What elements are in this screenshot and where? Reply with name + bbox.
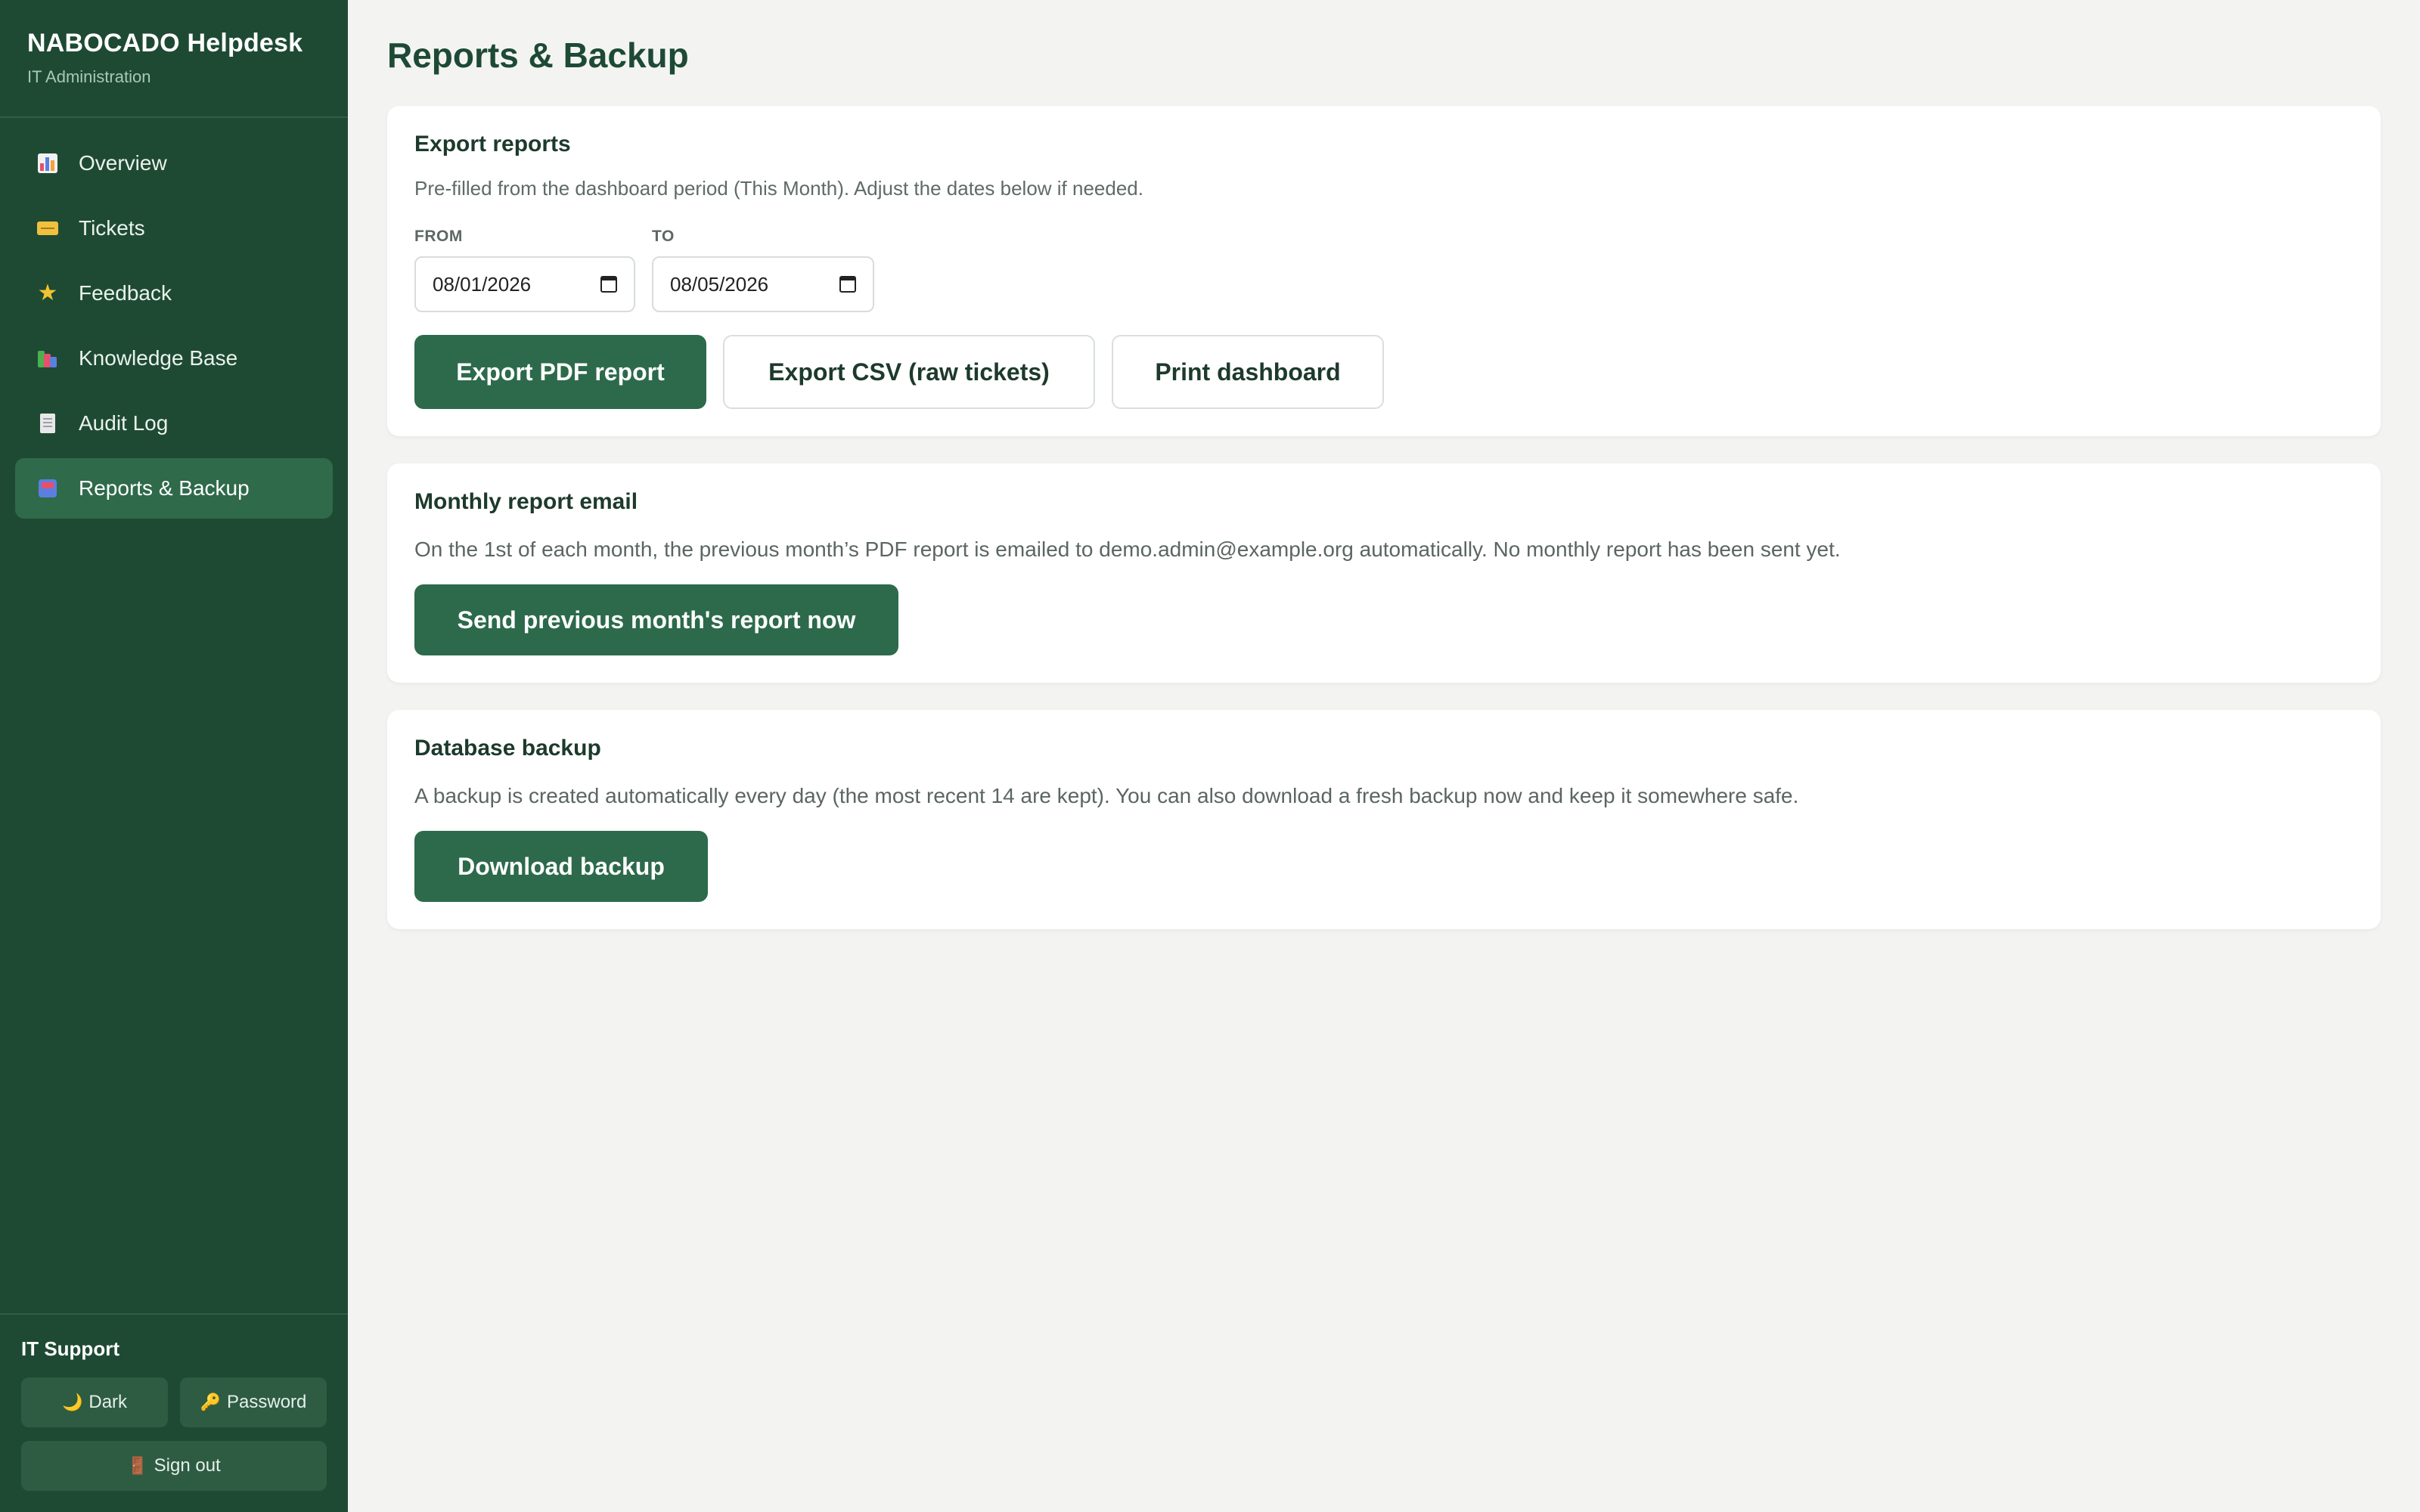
sidebar-item-tickets[interactable]: Tickets (15, 198, 333, 259)
card-title: Export reports (414, 132, 571, 156)
card-description: Pre-filled from the dashboard period (Th… (414, 177, 1143, 200)
from-label: FROM (414, 228, 463, 245)
brand-subtitle: IT Administration (27, 67, 151, 86)
sidebar-nav: Overview Tickets ★ Feedback Knowledge Ba… (0, 118, 348, 519)
dark-mode-label: Dark (88, 1392, 128, 1412)
to-date-group: TO 08/05/2026 (652, 228, 874, 312)
from-date-input[interactable]: 08/01/2026 (414, 256, 635, 312)
to-date-value: 08/05/2026 (670, 272, 769, 296)
star-icon: ★ (37, 280, 58, 305)
calendar-icon[interactable] (839, 276, 856, 293)
dark-mode-button[interactable]: 🌙 Dark (21, 1377, 168, 1427)
page-icon (36, 412, 59, 435)
sidebar-item-knowledge-base[interactable]: Knowledge Base (15, 328, 333, 389)
brand-title: NABOCADO Helpdesk (27, 29, 303, 57)
sidebar-item-label: Reports & Backup (79, 476, 250, 500)
sidebar-item-feedback[interactable]: ★ Feedback (15, 263, 333, 324)
sidebar-item-overview[interactable]: Overview (15, 133, 333, 194)
export-reports-card: Export reports Pre-filled from the dashb… (387, 106, 2381, 436)
sidebar: NABOCADO Helpdesk IT Administration Over… (0, 0, 348, 1512)
from-date-group: FROM 08/01/2026 (414, 228, 635, 312)
sign-out-label: Sign out (154, 1455, 221, 1476)
from-date-value: 08/01/2026 (433, 272, 532, 296)
moon-icon: 🌙 (61, 1393, 83, 1411)
key-icon: 🔑 (200, 1393, 222, 1411)
calendar-icon[interactable] (600, 276, 617, 293)
export-pdf-button[interactable]: Export PDF report (414, 335, 706, 409)
bar-chart-icon (36, 152, 59, 175)
sidebar-item-label: Overview (79, 151, 167, 175)
inbox-icon (36, 477, 59, 500)
sign-out-button[interactable]: 🚪 Sign out (21, 1441, 327, 1491)
print-dashboard-button[interactable]: Print dashboard (1112, 335, 1384, 409)
brand: NABOCADO Helpdesk IT Administration (0, 0, 348, 118)
sidebar-item-audit-log[interactable]: Audit Log (15, 393, 333, 454)
password-label: Password (227, 1392, 307, 1412)
card-description: On the 1st of each month, the previous m… (414, 538, 1841, 561)
sidebar-item-label: Feedback (79, 281, 172, 305)
export-csv-button[interactable]: Export CSV (raw tickets) (723, 335, 1095, 409)
user-role-label: IT Support (21, 1337, 119, 1360)
card-title: Database backup (414, 736, 601, 761)
sidebar-item-label: Knowledge Base (79, 346, 238, 370)
send-report-button[interactable]: Send previous month's report now (414, 584, 898, 655)
card-title: Monthly report email (414, 489, 638, 514)
sidebar-footer: IT Support 🌙 Dark 🔑 Password 🚪 Sign out (0, 1313, 348, 1512)
database-backup-card: Database backup A backup is created auto… (387, 710, 2381, 929)
main-content: Reports & Backup Export reports Pre-fill… (387, 0, 2381, 956)
to-date-input[interactable]: 08/05/2026 (652, 256, 874, 312)
sidebar-item-reports-backup[interactable]: Reports & Backup (15, 458, 333, 519)
sidebar-item-label: Tickets (79, 216, 145, 240)
door-icon: 🚪 (127, 1456, 148, 1475)
monthly-report-card: Monthly report email On the 1st of each … (387, 463, 2381, 683)
books-icon (36, 347, 59, 370)
to-label: TO (652, 228, 675, 245)
password-button[interactable]: 🔑 Password (180, 1377, 327, 1427)
card-description: A backup is created automatically every … (414, 784, 1799, 807)
page-title: Reports & Backup (387, 36, 689, 75)
sidebar-item-label: Audit Log (79, 411, 169, 435)
ticket-icon (36, 217, 59, 240)
download-backup-button[interactable]: Download backup (414, 831, 708, 902)
